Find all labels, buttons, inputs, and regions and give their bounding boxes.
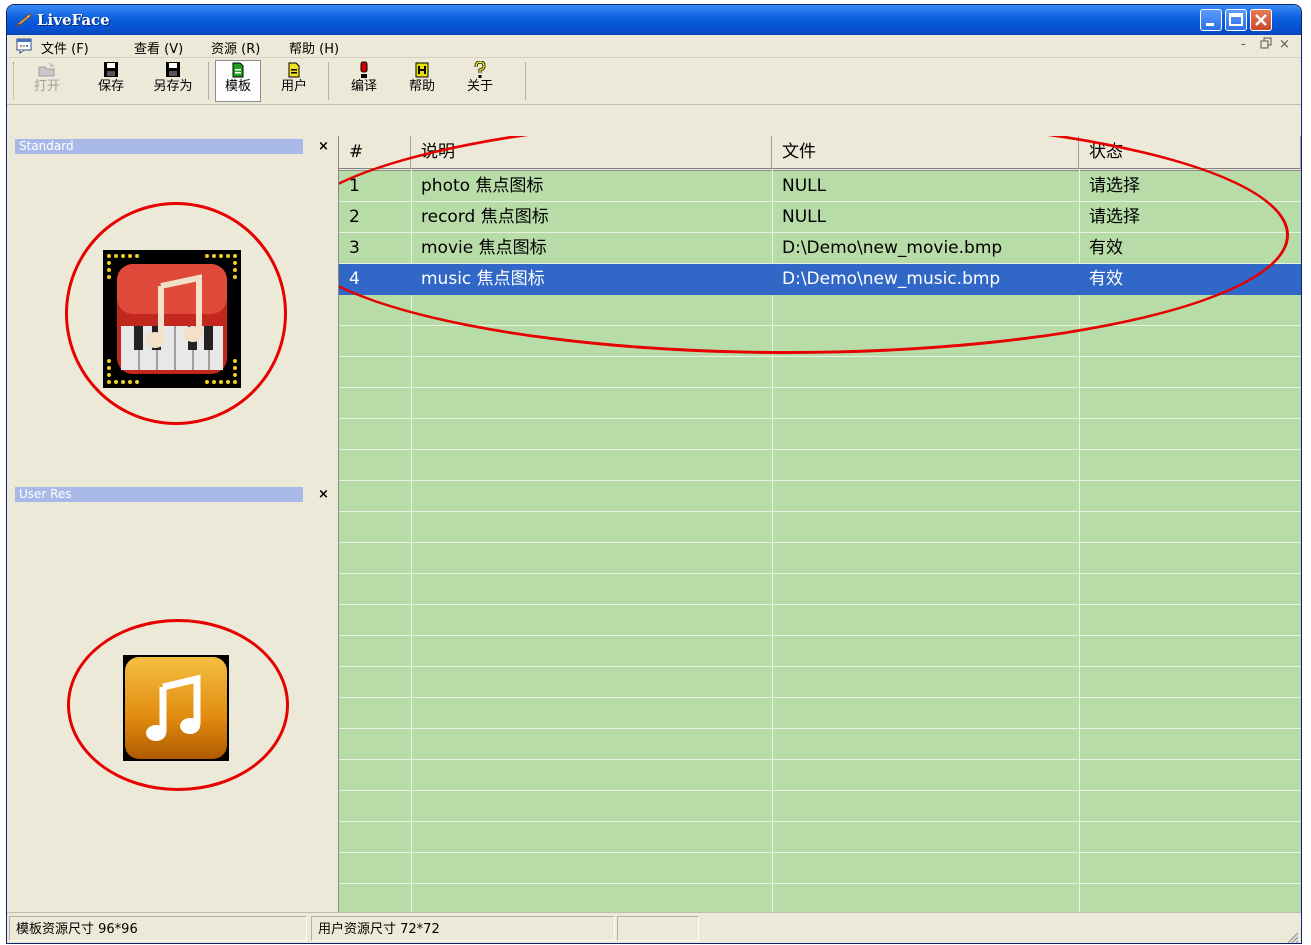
user-button[interactable]: 用户 xyxy=(271,61,317,101)
status-user-size: 用户资源尺寸 72*72 xyxy=(311,916,615,941)
compile-button[interactable]: 编译 xyxy=(341,61,387,101)
grid-line xyxy=(339,635,1301,636)
grid-line xyxy=(339,604,1301,605)
mdi-minimize-button[interactable]: - xyxy=(1241,37,1246,52)
menu-resource[interactable]: 资源 (R) xyxy=(211,38,260,57)
grid-line xyxy=(339,852,1301,853)
help-book-icon xyxy=(415,62,429,78)
help-button[interactable]: 帮助 xyxy=(399,61,445,101)
minimize-button[interactable] xyxy=(1200,9,1222,31)
document-window-icon[interactable] xyxy=(16,38,32,54)
grid-line xyxy=(339,356,1301,357)
grid-line xyxy=(339,573,1301,574)
grid-line xyxy=(339,542,1301,543)
mdi-restore-button[interactable] xyxy=(1260,37,1272,53)
user-res-pane-close-button[interactable]: × xyxy=(318,487,329,502)
annotation-ellipse xyxy=(339,136,1289,354)
open-folder-icon xyxy=(38,62,55,77)
standard-pane-close-button[interactable]: × xyxy=(318,139,329,154)
restore-icon xyxy=(1260,37,1272,49)
grid-line xyxy=(339,821,1301,822)
save-as-button[interactable]: 另存为 xyxy=(147,61,199,101)
status-template-size: 模板资源尺寸 96*96 xyxy=(9,916,307,941)
standard-pane-title[interactable]: Standard xyxy=(15,139,303,154)
standard-pane: Standard × xyxy=(7,136,336,481)
open-button[interactable]: 打开 xyxy=(29,61,65,101)
grid-line xyxy=(339,666,1301,667)
annotation-circle xyxy=(65,202,287,425)
grid-line xyxy=(339,883,1301,884)
grid-line xyxy=(339,480,1301,481)
menu-bar: 文件 (F) 查看 (V) 资源 (R) 帮助 (H) - × xyxy=(7,35,1301,58)
user-res-pane: User Res × xyxy=(7,483,336,912)
toolbar-separator xyxy=(328,62,329,100)
grid-line xyxy=(339,728,1301,729)
grid-line xyxy=(339,387,1301,388)
toolbar: 打开 保存 另存为 模板 用户 编译 帮助 关于 xyxy=(7,58,1301,105)
template-button[interactable]: 模板 xyxy=(215,60,261,102)
app-window: LiveFace 文件 (F) 查看 (V) 资源 (R) 帮助 (H) - × xyxy=(6,4,1302,944)
about-button[interactable]: 关于 xyxy=(457,61,503,101)
mdi-close-button[interactable]: × xyxy=(1279,37,1290,52)
about-question-icon xyxy=(474,61,486,78)
title-bar[interactable]: LiveFace xyxy=(7,5,1301,35)
toolbar-grip[interactable] xyxy=(13,62,17,100)
save-button[interactable]: 保存 xyxy=(93,61,129,101)
resource-table: # 说明 文件 状态 1 photo 焦点图标 NULL 请选择 2 recor… xyxy=(338,136,1301,912)
minimize-icon xyxy=(1206,23,1214,26)
grid-line xyxy=(339,418,1301,419)
save-disk-icon xyxy=(104,62,118,77)
menu-view[interactable]: 查看 (V) xyxy=(134,38,183,57)
menu-help[interactable]: 帮助 (H) xyxy=(289,38,339,57)
grid-line xyxy=(339,790,1301,791)
annotation-circle xyxy=(67,619,289,791)
close-button[interactable] xyxy=(1250,9,1272,31)
menu-file[interactable]: 文件 (F) xyxy=(41,38,89,57)
grid-line xyxy=(339,697,1301,698)
resize-grip-icon[interactable] xyxy=(1285,930,1299,944)
save-as-disk-icon xyxy=(166,62,180,77)
compile-exclamation-icon xyxy=(360,61,368,78)
maximize-button[interactable] xyxy=(1225,9,1247,31)
maximize-icon xyxy=(1229,13,1243,26)
toolbar-separator xyxy=(208,62,209,100)
user-doc-icon xyxy=(288,62,300,78)
close-icon xyxy=(1255,14,1267,26)
status-empty-panel xyxy=(617,916,699,941)
grid-line xyxy=(339,449,1301,450)
window-title: LiveFace xyxy=(37,11,110,29)
toolbar-end xyxy=(525,62,526,100)
user-res-pane-title[interactable]: User Res xyxy=(15,487,303,502)
grid-line xyxy=(339,759,1301,760)
status-bar: 模板资源尺寸 96*96 用户资源尺寸 72*72 xyxy=(7,912,1301,944)
grid-line xyxy=(339,511,1301,512)
template-doc-icon xyxy=(232,62,244,78)
app-feather-icon xyxy=(15,13,32,27)
